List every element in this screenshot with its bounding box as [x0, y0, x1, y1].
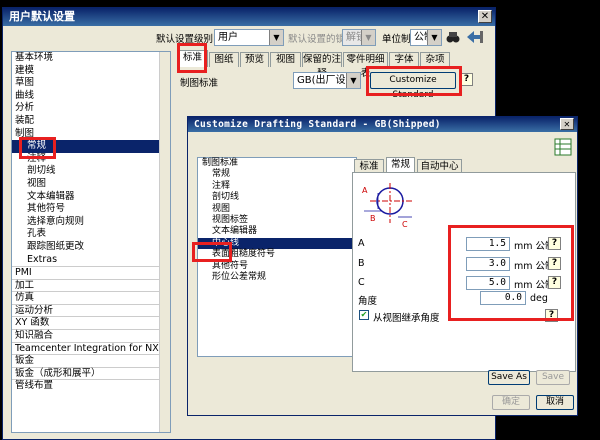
inherit-angle-checkbox[interactable]: ✔ [359, 310, 369, 320]
dialog-close-button[interactable]: ✕ [560, 118, 574, 130]
spreadsheet-icon[interactable] [554, 138, 572, 156]
tree-item[interactable]: XY 函数 [12, 316, 170, 329]
angle-unit: deg [530, 293, 548, 304]
tree-item[interactable]: 剖切线 [12, 165, 170, 178]
save-button[interactable]: Save [536, 370, 570, 385]
settings-level-select[interactable]: 用户 ▼ [214, 29, 284, 46]
chevron-down-icon: ▼ [346, 73, 360, 88]
field-input[interactable]: 5.0 [466, 276, 510, 290]
tree-item[interactable]: 钣金 [12, 354, 170, 367]
diagram-label-a: A [362, 186, 368, 195]
category-tree-scrollbar[interactable] [159, 52, 170, 432]
drafting-standard-label: 制图标准 [180, 78, 219, 89]
settings-level-value: 用户 [218, 32, 238, 43]
tree-item[interactable]: 知识融合 [12, 329, 170, 342]
import-export-icon[interactable] [465, 28, 485, 46]
tree-item[interactable]: 选择意向规则 [12, 216, 170, 229]
help-icon[interactable]: ? [460, 73, 473, 86]
tree-item[interactable]: 文本编辑器 [12, 191, 170, 204]
tree-item[interactable]: 制图 [12, 128, 170, 141]
tree-item[interactable]: 常规 [12, 140, 170, 153]
inherit-angle-label: 从视图继承角度 [373, 313, 440, 324]
settings-level-label: 默认设置级别 [156, 34, 214, 45]
save-as-button[interactable]: Save As [488, 370, 530, 385]
tree-item[interactable]: Extras [12, 254, 170, 267]
dialog-tree-item[interactable]: 常规 [198, 169, 356, 180]
help-icon[interactable]: ? [548, 237, 561, 250]
tree-item[interactable]: 运动分析 [12, 303, 170, 317]
tab-1[interactable]: 图纸 [209, 52, 239, 67]
tab-2[interactable]: 预览 [240, 52, 269, 67]
drafting-standard-select[interactable]: GB(出厂设置) ▼ [293, 72, 361, 89]
chevron-down-icon: ▼ [427, 30, 441, 45]
tree-item[interactable]: 管线布置 [12, 379, 170, 392]
dialog-tree-item[interactable]: 表面粗糙度符号 [198, 249, 356, 260]
tab-6[interactable]: 字体 [389, 52, 419, 67]
tree-item[interactable]: 钣金（成形和展平） [12, 366, 170, 380]
window-title: 用户默认设置 [9, 10, 75, 23]
tab-3[interactable]: 视图 [270, 52, 301, 67]
dialog-tree-item[interactable]: 注释 [198, 181, 356, 192]
dialog-tree-item[interactable]: 制图标准 [198, 158, 356, 169]
tree-item[interactable]: Teamcenter Integration for NX [12, 341, 170, 355]
dialog-title: Customize Drafting Standard - GB(Shipped… [194, 119, 441, 130]
window-titlebar[interactable]: 用户默认设置 ✕ [3, 8, 495, 26]
tree-item[interactable]: 加工 [12, 278, 170, 292]
tree-item[interactable]: 草图 [12, 77, 170, 90]
dialog-titlebar[interactable]: Customize Drafting Standard - GB(Shipped… [188, 117, 577, 132]
chevron-down-icon: ▼ [361, 30, 375, 45]
angle-input[interactable]: 0.0 [480, 291, 526, 305]
close-button[interactable]: ✕ [478, 10, 492, 23]
tree-item[interactable]: 跟踪图纸更改 [12, 241, 170, 254]
units-label: 单位制 [382, 34, 411, 45]
tree-item[interactable]: PMI [12, 266, 170, 279]
help-icon[interactable]: ? [548, 257, 561, 270]
ok-button[interactable]: 确定 [492, 395, 530, 410]
diagram-label-b: B [370, 214, 376, 223]
angle-label: 角度 [358, 296, 378, 307]
units-select[interactable]: 公制 ▼ [410, 29, 442, 46]
dialog-tree-item[interactable]: 形位公差常规 [198, 272, 356, 283]
tree-item[interactable]: 仿真 [12, 291, 170, 304]
tree-item[interactable]: 其他符号 [12, 203, 170, 216]
inherit-help-icon[interactable]: ? [545, 309, 558, 322]
tree-item[interactable]: 分析 [12, 102, 170, 115]
chevron-down-icon: ▼ [269, 30, 283, 45]
field-input[interactable]: 3.0 [466, 257, 510, 271]
field-label: A [358, 238, 365, 249]
dialog-tree-item[interactable]: 其他符号 [198, 261, 356, 272]
help-icon[interactable]: ? [548, 276, 561, 289]
field-label: C [358, 277, 365, 288]
lock-state-select[interactable]: 解锁 ▼ [342, 29, 376, 46]
tab-0[interactable]: 标准 [177, 50, 208, 67]
tree-item[interactable]: 基本环境 [12, 52, 170, 65]
tree-item[interactable]: 孔表 [12, 228, 170, 241]
diagram-label-c: C [402, 220, 408, 229]
dialog-tree-item[interactable]: 剖切线 [198, 192, 356, 203]
dialog-tree-item[interactable]: 文本编辑器 [198, 226, 356, 237]
cancel-button[interactable]: 取消 [536, 395, 574, 410]
dialog-standard-tree[interactable]: 制图标准 常规 注释 剖切线 视图 视图标签 文本编辑器 中心线 表面粗糙度符号 其他符号 形位公差… [197, 157, 357, 357]
tab-4[interactable]: 保留的注释 [302, 52, 342, 79]
tab-7[interactable]: 杂项 [420, 52, 450, 67]
centerline-diagram: A B C [360, 181, 416, 231]
customize-standard-button[interactable]: Customize Standard [370, 72, 456, 100]
field-input[interactable]: 1.5 [466, 237, 510, 251]
tree-item[interactable]: 注释 [12, 153, 170, 166]
category-tree[interactable]: 基本环境 建模 草图 曲线 分析 装配 制图 常规 注释 剖切线 视图 文本编辑器 其他符号 选择意向规则… [11, 51, 171, 433]
dialog-tree-item[interactable]: 视图标签 [198, 215, 356, 226]
binoculars-icon[interactable] [446, 29, 460, 45]
tree-item[interactable]: 装配 [12, 115, 170, 128]
tree-item[interactable]: 曲线 [12, 90, 170, 103]
tab-5[interactable]: 零件明细表 [343, 52, 388, 79]
dialog-tree-item[interactable]: 视图 [198, 204, 356, 215]
dialog-tree-item[interactable]: 中心线 [198, 237, 356, 250]
tree-item[interactable]: 建模 [12, 65, 170, 78]
field-label: B [358, 258, 365, 269]
tree-item[interactable]: 视图 [12, 178, 170, 191]
customize-standard-dialog: Customize Drafting Standard - GB(Shipped… [187, 116, 578, 416]
